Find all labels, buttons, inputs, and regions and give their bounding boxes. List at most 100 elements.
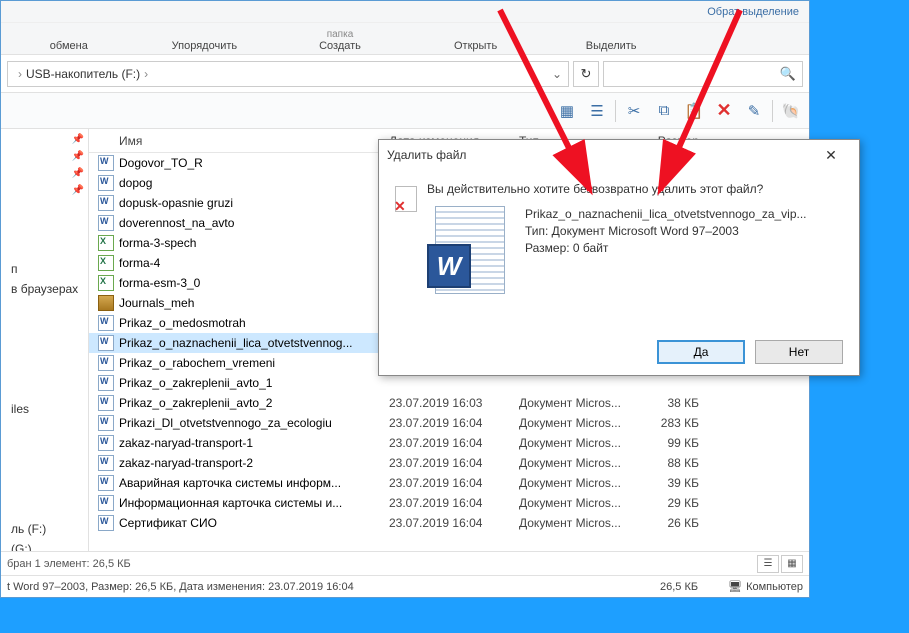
- dialog-titlebar: Удалить файл ✕: [379, 140, 859, 170]
- col-name[interactable]: Имя: [89, 134, 389, 148]
- file-name: Prikazi_Dl_otvetstvennogo_za_ecologiu: [119, 416, 389, 430]
- file-size: 38 КБ: [639, 396, 709, 410]
- ribbon-create-group[interactable]: папка Создать: [272, 29, 408, 54]
- word-icon: [97, 454, 115, 472]
- file-name: Аварийная карточка системы информ...: [119, 476, 389, 490]
- close-icon[interactable]: ✕: [811, 147, 851, 164]
- rename-icon[interactable]: ✎: [740, 97, 768, 125]
- table-row[interactable]: Prikaz_o_zakreplenii_avto_1: [89, 373, 809, 393]
- view-details-icon[interactable]: ☰: [757, 555, 779, 573]
- dialog-filename: Prikaz_o_naznachenii_lica_otvetstvennogo…: [525, 206, 807, 223]
- file-name: Prikaz_o_zakreplenii_avto_2: [119, 396, 389, 410]
- word-icon: [97, 194, 115, 212]
- ribbon-select-cut[interactable]: Обрат выделение: [697, 6, 809, 18]
- file-size: 99 КБ: [639, 436, 709, 450]
- computer-icon: 🖥: [728, 580, 742, 593]
- ribbon-select[interactable]: Выделить: [543, 40, 679, 54]
- word-icon: [97, 414, 115, 432]
- file-name: Prikaz_o_medosmotrah: [119, 316, 389, 330]
- file-date: 23.07.2019 16:04: [389, 416, 519, 430]
- ribbon: обмена Упорядочить папка Создать Открыть…: [1, 23, 809, 55]
- table-row[interactable]: zakaz-naryad-transport-123.07.2019 16:04…: [89, 433, 809, 453]
- address-bar[interactable]: › USB-накопитель (F:) › ⌄: [7, 61, 569, 87]
- sidebar-item[interactable]: в браузерах: [1, 279, 88, 299]
- cut-icon[interactable]: ✂: [620, 97, 648, 125]
- file-name: Prikaz_o_zakreplenii_avto_1: [119, 376, 389, 390]
- word-icon: [97, 314, 115, 332]
- file-date: 23.07.2019 16:04: [389, 436, 519, 450]
- sidebar: 📌 📌 📌 📌 п в браузерах iles ль (F:) (G:): [1, 129, 89, 551]
- search-input[interactable]: 🔍: [603, 61, 803, 87]
- table-row[interactable]: Информационная карточка системы и...23.0…: [89, 493, 809, 513]
- file-date: 23.07.2019 16:04: [389, 456, 519, 470]
- table-row[interactable]: Аварийная карточка системы информ...23.0…: [89, 473, 809, 493]
- chevron-right-icon: ›: [18, 67, 22, 81]
- sidebar-item[interactable]: (G:): [1, 539, 88, 551]
- dialog-question: Вы действительно хотите безвозвратно уда…: [427, 182, 843, 196]
- copy-icon[interactable]: ⧉: [650, 97, 678, 125]
- sidebar-item[interactable]: 📌: [1, 148, 88, 165]
- word-icon: [97, 514, 115, 532]
- file-size: 29 КБ: [639, 496, 709, 510]
- ribbon-exchange[interactable]: обмена: [1, 40, 137, 54]
- word-icon: [97, 334, 115, 352]
- sidebar-item[interactable]: ль (F:): [1, 519, 88, 539]
- file-name: forma-4: [119, 256, 389, 270]
- dialog-size: Размер: 0 байт: [525, 240, 807, 257]
- chevron-right-icon: ›: [144, 67, 148, 81]
- file-name: dopog: [119, 176, 389, 190]
- file-type: Документ Micros...: [519, 436, 639, 450]
- sidebar-item[interactable]: 📌: [1, 131, 88, 148]
- view-list-button[interactable]: ☰: [583, 97, 611, 125]
- ribbon-organize[interactable]: Упорядочить: [137, 40, 273, 54]
- table-row[interactable]: Prikaz_o_zakreplenii_avto_223.07.2019 16…: [89, 393, 809, 413]
- file-size: 88 КБ: [639, 456, 709, 470]
- file-date: 23.07.2019 16:04: [389, 516, 519, 530]
- pin-icon: 📌: [72, 134, 84, 145]
- file-date: 23.07.2019 16:04: [389, 496, 519, 510]
- dialog-type: Тип: Документ Microsoft Word 97–2003: [525, 223, 807, 240]
- no-button[interactable]: Нет: [755, 340, 843, 364]
- status-left: t Word 97–2003, Размер: 26,5 КБ, Дата из…: [7, 581, 354, 593]
- word-icon: [97, 214, 115, 232]
- table-row[interactable]: Сертификат СИО23.07.2019 16:04Документ M…: [89, 513, 809, 533]
- view-details-button[interactable]: ▦: [553, 97, 581, 125]
- file-type: Документ Micros...: [519, 416, 639, 430]
- word-file-icon: W: [427, 206, 513, 298]
- ribbon-upper: Обрат выделение: [1, 1, 809, 23]
- sidebar-item[interactable]: п: [1, 259, 88, 279]
- sidebar-item[interactable]: iles: [1, 399, 88, 419]
- sidebar-item[interactable]: 📌: [1, 165, 88, 182]
- chevron-down-icon[interactable]: ⌄: [552, 67, 562, 81]
- table-row[interactable]: Prikazi_Dl_otvetstvennogo_za_ecologiu23.…: [89, 413, 809, 433]
- refresh-button[interactable]: ↻: [573, 61, 599, 87]
- file-date: 23.07.2019 16:03: [389, 396, 519, 410]
- file-name: zakaz-naryad-transport-1: [119, 436, 389, 450]
- shell-icon[interactable]: 🐚: [777, 97, 805, 125]
- sidebar-item[interactable]: 📌: [1, 182, 88, 199]
- file-size: 39 КБ: [639, 476, 709, 490]
- status-computer: Компьютер: [746, 581, 803, 593]
- delete-file-dialog: Удалить файл ✕ ✕ Вы действительно хотите…: [378, 139, 860, 376]
- file-type: Документ Micros...: [519, 476, 639, 490]
- ribbon-create: Создать: [272, 40, 408, 52]
- yes-button[interactable]: Да: [657, 340, 745, 364]
- address-drive: USB-накопитель (F:): [26, 67, 140, 81]
- view-large-icon[interactable]: ▦: [781, 555, 803, 573]
- table-row[interactable]: zakaz-naryad-transport-223.07.2019 16:04…: [89, 453, 809, 473]
- paste-icon[interactable]: 📋: [680, 97, 708, 125]
- file-name: forma-3-spech: [119, 236, 389, 250]
- file-size: 283 КБ: [639, 416, 709, 430]
- delete-icon[interactable]: ✕: [710, 97, 738, 125]
- file-date: 23.07.2019 16:04: [389, 476, 519, 490]
- word-icon: [97, 154, 115, 172]
- word-icon: [97, 474, 115, 492]
- file-name: Prikaz_o_naznachenii_lica_otvetstvennog.…: [119, 336, 389, 350]
- status-selection: бран 1 элемент: 26,5 КБ: [7, 558, 131, 570]
- file-name: Journals_meh: [119, 296, 389, 310]
- address-bar-row: › USB-накопитель (F:) › ⌄ ↻ 🔍: [1, 55, 809, 93]
- word-icon: [97, 494, 115, 512]
- file-name: Сертификат СИО: [119, 516, 389, 530]
- ribbon-open[interactable]: Открыть: [408, 40, 544, 54]
- excel-icon: [97, 254, 115, 272]
